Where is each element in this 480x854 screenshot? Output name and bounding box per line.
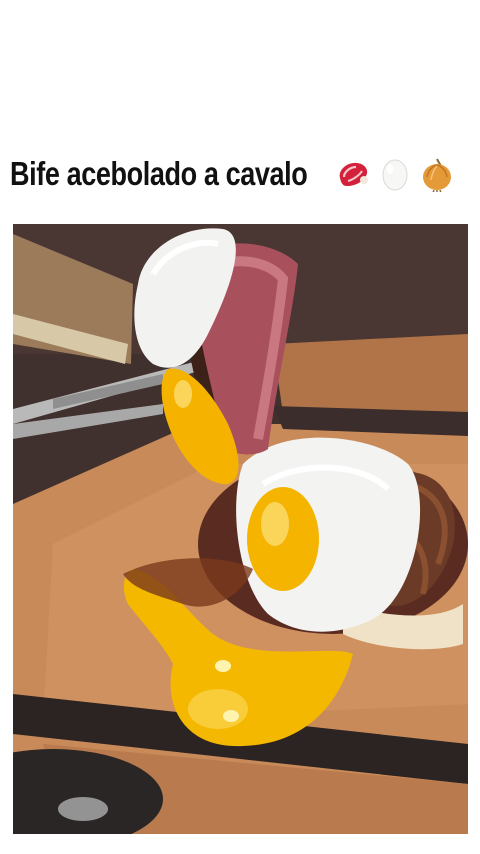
meat-on-bone-icon (339, 162, 368, 186)
food-photo (13, 224, 468, 834)
egg-icon (382, 159, 408, 191)
onion-icon (422, 158, 451, 192)
food-photo-illustration (13, 224, 468, 834)
post-header: Bife acebolado a cavalo (10, 150, 472, 198)
post-title: Bife acebolado a cavalo (10, 155, 308, 192)
